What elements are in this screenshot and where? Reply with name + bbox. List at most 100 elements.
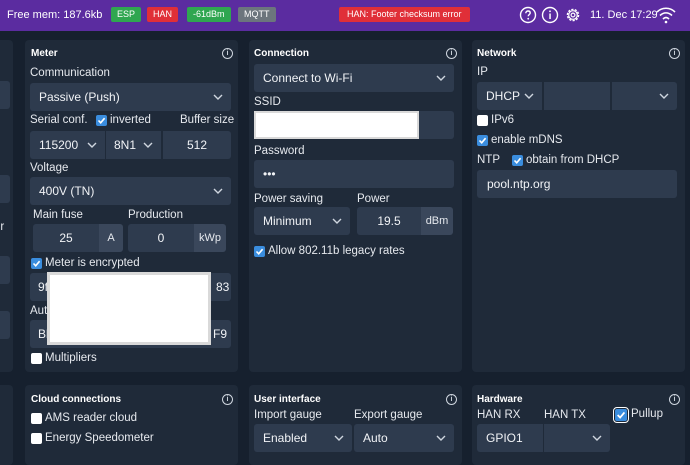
chevron-down-icon: [213, 188, 223, 194]
ssid-label: SSID: [254, 96, 281, 108]
partial-label: er: [0, 221, 5, 233]
baud-select[interactable]: 115200: [30, 131, 105, 159]
production-input[interactable]: 0: [128, 224, 194, 252]
wifi-icon[interactable]: [655, 5, 677, 25]
communication-value: Passive (Push): [39, 90, 120, 104]
pullup-checkbox[interactable]: [613, 407, 629, 423]
network-title: Network: [477, 48, 517, 59]
user-interface-title: User interface: [254, 394, 321, 405]
energy-speedometer-checkbox[interactable]: [31, 433, 42, 444]
power-value: 19.5: [377, 214, 401, 228]
han-rx-select[interactable]: GPIO1: [477, 424, 543, 452]
han-tx-label: HAN TX: [544, 409, 586, 421]
inverted-label: inverted: [110, 114, 151, 126]
ip-mode-select[interactable]: DHCP: [477, 82, 542, 110]
power-input[interactable]: 19.5: [357, 207, 421, 235]
power-saving-select[interactable]: Minimum: [254, 207, 350, 235]
mdns-checkbox[interactable]: [477, 135, 488, 146]
mqtt-badge: MQTT: [238, 7, 276, 22]
encrypted-label: Meter is encrypted: [45, 257, 140, 269]
ssid-redaction: [254, 111, 419, 139]
chevron-down-icon: [213, 94, 223, 100]
chevron-down-icon: [592, 435, 602, 441]
power-saving-label: Power saving: [254, 193, 324, 205]
power-unit: dBm: [421, 207, 453, 235]
ip-mode-value: DHCP: [486, 89, 521, 103]
chevron-down-icon: [332, 218, 342, 224]
ams-cloud-label: AMS reader cloud: [45, 412, 138, 424]
connection-info-icon[interactable]: i: [446, 48, 457, 59]
free-memory: Free mem: 187.6kb: [7, 9, 103, 21]
main-fuse-value: 25: [59, 231, 73, 245]
info-icon[interactable]: [541, 6, 559, 24]
top-bar: Free mem: 187.6kb ESP HAN -61dBm MQTT HA…: [0, 0, 690, 31]
chevron-down-icon: [524, 93, 534, 99]
chevron-down-icon: [436, 75, 446, 81]
import-gauge-value: Enabled: [263, 431, 308, 445]
meter-info-icon[interactable]: i: [222, 48, 233, 59]
auth-key-label: Aut: [30, 305, 48, 317]
ipv6-label: IPv6: [491, 114, 515, 126]
export-gauge-label: Export gauge: [354, 409, 423, 421]
inverted-checkbox[interactable]: [96, 115, 107, 126]
power-label: Power: [357, 193, 390, 205]
hardware-info-icon[interactable]: i: [669, 394, 680, 405]
ams-cloud-checkbox[interactable]: [31, 413, 42, 424]
parity-value: 8N1: [114, 138, 137, 152]
legacy-rates-label: Allow 802.11b legacy rates: [268, 245, 405, 257]
production-unit: kWp: [194, 224, 226, 252]
chevron-down-icon: [87, 142, 97, 148]
ntp-server-value: pool.ntp.org: [487, 177, 551, 191]
ntp-dhcp-checkbox[interactable]: [512, 155, 523, 166]
help-icon[interactable]: [519, 6, 537, 24]
han-badge: HAN: [147, 7, 179, 22]
main-fuse-input[interactable]: 25: [33, 224, 99, 252]
clock: 11. Dec 17:29: [590, 9, 658, 21]
ntp-server-input[interactable]: pool.ntp.org: [477, 170, 677, 198]
redaction-overlay: [47, 272, 211, 345]
multipliers-label: Multipliers: [45, 352, 97, 364]
password-input[interactable]: •••: [254, 160, 454, 188]
legacy-rates-checkbox[interactable]: [254, 246, 265, 257]
left-card-partial: er: [0, 40, 13, 372]
encrypted-checkbox[interactable]: [31, 258, 42, 269]
buffer-size-label: Buffer size: [180, 114, 235, 126]
production-label: Production: [128, 209, 183, 221]
han-error-badge[interactable]: HAN: Footer checksum error: [339, 7, 470, 22]
encryption-key-end: 83: [216, 280, 230, 294]
multipliers-checkbox[interactable]: [31, 353, 42, 364]
import-gauge-label: Import gauge: [254, 409, 322, 421]
cloud-title: Cloud connections: [31, 394, 121, 405]
gear-icon[interactable]: [564, 6, 582, 24]
export-gauge-select[interactable]: Auto: [354, 424, 454, 452]
chevron-down-icon: [436, 435, 446, 441]
network-info-icon[interactable]: i: [669, 48, 680, 59]
ipv6-checkbox[interactable]: [477, 115, 488, 126]
han-tx-select[interactable]: [544, 424, 610, 452]
buffer-size-value: 512: [186, 138, 208, 152]
ip-address-input[interactable]: [544, 82, 610, 110]
production-value: 0: [157, 231, 165, 245]
baud-value: 115200: [39, 138, 79, 152]
auth-key-end: F9: [213, 327, 228, 341]
user-interface-info-icon[interactable]: i: [446, 394, 457, 405]
main-fuse-unit: A: [99, 224, 123, 252]
rssi-badge: -61dBm: [187, 7, 231, 22]
power-saving-value: Minimum: [263, 214, 312, 228]
cloud-card: Cloud connections i AMS reader cloud Ene…: [25, 385, 238, 465]
voltage-value: 400V (TN): [39, 184, 95, 198]
main-fuse-label: Main fuse: [33, 209, 83, 221]
voltage-label: Voltage: [30, 162, 69, 174]
voltage-select[interactable]: 400V (TN): [30, 177, 231, 205]
buffer-size-input[interactable]: 512: [163, 131, 231, 159]
ip-subnet-select[interactable]: [612, 82, 677, 110]
cloud-info-icon[interactable]: i: [222, 394, 233, 405]
parity-select[interactable]: 8N1: [106, 131, 161, 159]
communication-select[interactable]: Passive (Push): [30, 83, 231, 111]
mdns-label: enable mDNS: [491, 134, 563, 146]
left-card-partial-bottom: [0, 385, 13, 465]
connection-title: Connection: [254, 48, 309, 59]
network-card: Network i IP DHCP IPv6 enable mDNS NTP o…: [472, 40, 685, 372]
connection-mode-select[interactable]: Connect to Wi-Fi: [254, 64, 454, 92]
import-gauge-select[interactable]: Enabled: [254, 424, 352, 452]
